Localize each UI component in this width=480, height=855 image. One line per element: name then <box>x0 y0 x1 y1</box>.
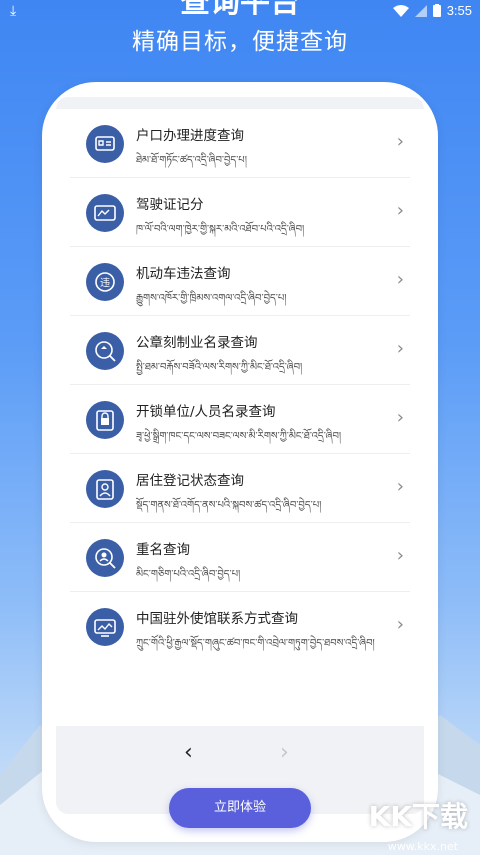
chevron-right-icon: › <box>396 476 404 497</box>
car-license-icon <box>86 194 124 232</box>
list-item[interactable]: 户口办理进度查询 ཐེམ་ཐོ་གཏོང་ཚད་འདྲི་ཞིབ་བྱེད་པ།… <box>70 109 410 178</box>
item-subtitle: ཁ་ལོ་བའི་ལག་ཁྱེར་གྱི་སྐར་མའི་འཐོབ་པའི་འད… <box>136 224 305 235</box>
item-subtitle: ཟྭ་ཕྱེ་སྒྲིག་ཁང་དང་ལས་བཟང་ལས་མི་རིགས་ཀྱི… <box>136 431 342 442</box>
item-title: 中国驻外使馆联系方式查询 <box>136 611 298 627</box>
card-top-strip <box>56 97 424 109</box>
chevron-right-icon: › <box>396 614 404 635</box>
item-title: 重名查询 <box>136 542 190 558</box>
seal-search-icon <box>86 332 124 370</box>
list-item[interactable]: 居住登记状态查询 སྡོད་གནས་ཐོ་འགོད་ནས་པའི་སྐབས་ཚད… <box>70 454 410 523</box>
chevron-right-icon: › <box>396 269 404 290</box>
list-item[interactable]: 违 机动车违法查询 རྒྱུགས་འཁོར་གྱི་ཁྲིམས་འགལ་འདྲི… <box>70 247 410 316</box>
id-card-icon <box>86 125 124 163</box>
watermark-url: www.kkx.net <box>387 840 458 853</box>
item-title: 居住登记状态查询 <box>136 473 244 489</box>
chevron-right-icon: › <box>396 338 404 359</box>
item-subtitle: མིང་གཅིག་པའི་འདྲི་ཞིབ་བྱེད་པ། <box>136 569 241 580</box>
try-now-button[interactable]: 立即体验 <box>169 788 311 828</box>
item-subtitle: ཀྲུང་གོའི་ཕྱི་རྒྱལ་སྡོད་གཞུང་ཚབ་ཁང་གི་འབ… <box>136 638 375 649</box>
list-item[interactable]: 中国驻外使馆联系方式查询 ཀྲུང་གོའི་ཕྱི་རྒྱལ་སྡོད་གཞུ… <box>70 592 410 661</box>
item-subtitle: སྤྱི་ཐམ་བརྐོས་བཟོའི་ལས་རིགས་ཀྱི་མིང་ཐོ་འ… <box>136 362 303 373</box>
lock-icon <box>86 401 124 439</box>
list-item[interactable]: 开锁单位/人员名录查询 ཟྭ་ཕྱེ་སྒྲིག་ཁང་དང་ལས་བཟང་ལས… <box>70 385 410 454</box>
list-item[interactable]: 驾驶证记分 ཁ་ལོ་བའི་ལག་ཁྱེར་གྱི་སྐར་མའི་འཐོབ་… <box>70 178 410 247</box>
item-subtitle: རྒྱུགས་འཁོར་གྱི་ཁྲིམས་འགལ་འདྲི་ཞིབ་བྱེད་… <box>136 293 287 304</box>
item-subtitle: ཐེམ་ཐོ་གཏོང་ཚད་འདྲི་ཞིབ་བྱེད་པ། <box>136 155 247 166</box>
item-subtitle: སྡོད་གནས་ཐོ་འགོད་ནས་པའི་སྐབས་ཚད་འདྲི་ཞིབ… <box>136 500 322 511</box>
next-page-button[interactable]: › <box>280 740 289 765</box>
embassy-icon <box>86 608 124 646</box>
page-subtitle: 精确目标，便捷查询 <box>132 29 348 55</box>
item-title: 户口办理进度查询 <box>136 128 244 144</box>
name-search-icon <box>86 539 124 577</box>
chevron-right-icon: › <box>396 545 404 566</box>
list-item[interactable]: 重名查询 མིང་གཅིག་པའི་འདྲི་ཞིབ་བྱེད་པ། › <box>70 523 410 592</box>
residence-icon <box>86 470 124 508</box>
query-list-card: 户口办理进度查询 ཐེམ་ཐོ་གཏོང་ཚད་འདྲི་ཞིབ་བྱེད་པ།… <box>56 97 424 814</box>
chevron-right-icon: › <box>396 407 404 428</box>
item-title: 机动车违法查询 <box>136 266 231 282</box>
svg-text:违: 违 <box>100 277 110 289</box>
item-title: 公章刻制业名录查询 <box>136 335 258 351</box>
item-title: 驾驶证记分 <box>136 197 204 213</box>
list-item[interactable]: 公章刻制业名录查询 སྤྱི་ཐམ་བརྐོས་བཟོའི་ལས་རིགས་ཀྱ… <box>70 316 410 385</box>
chevron-right-icon: › <box>396 131 404 152</box>
watermark-logo: KK下载 <box>368 800 468 833</box>
chevron-right-icon: › <box>396 200 404 221</box>
page-title: 查询平台 <box>180 0 300 20</box>
violation-icon: 违 <box>86 263 124 301</box>
prev-page-button[interactable]: ‹ <box>184 740 193 765</box>
item-title: 开锁单位/人员名录查询 <box>136 404 276 420</box>
